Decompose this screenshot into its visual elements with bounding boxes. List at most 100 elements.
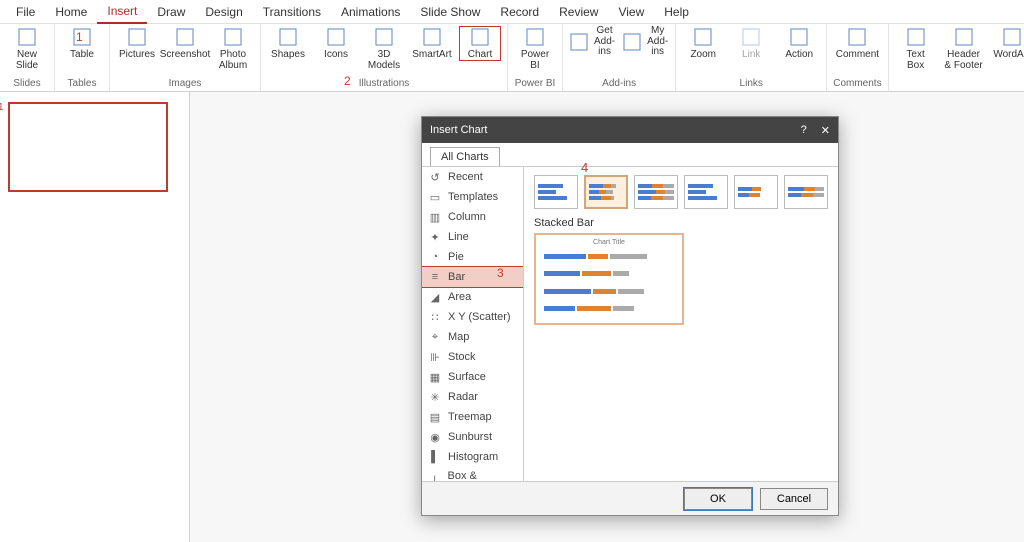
tab-record[interactable]: Record <box>490 1 549 23</box>
tab-review[interactable]: Review <box>549 1 608 23</box>
slide-thumbnail-1[interactable] <box>8 102 168 192</box>
dialog-close-button[interactable]: ✕ <box>821 124 830 137</box>
ok-button[interactable]: OK <box>684 488 752 510</box>
chart-cat-surface[interactable]: ▦Surface <box>422 367 523 387</box>
chart-cat-label: Stock <box>448 351 476 363</box>
chart-cat-column[interactable]: ▥Column <box>422 207 523 227</box>
wordart-button[interactable]: WordArt <box>991 26 1024 61</box>
new-slide-icon <box>16 26 38 48</box>
chart-cat-bar[interactable]: ≡Bar <box>422 267 523 287</box>
chart-button[interactable]: Chart <box>459 26 501 61</box>
my-addins-button[interactable]: My Add-ins <box>622 26 669 58</box>
chart-cat-icon: ✦ <box>428 230 442 244</box>
ribbon-button-label: NewSlide <box>16 50 38 71</box>
chart-cat-templates[interactable]: ▭Templates <box>422 187 523 207</box>
ribbon-button-label: PhotoAlbum <box>219 50 247 71</box>
tab-design[interactable]: Design <box>195 1 252 23</box>
chart-cat-area[interactable]: ◢Area <box>422 287 523 307</box>
photo-album-button[interactable]: PhotoAlbum <box>212 26 254 71</box>
chart-cat-sunburst[interactable]: ◉Sunburst <box>422 427 523 447</box>
smartart-button[interactable]: SmartArt <box>411 26 453 61</box>
tab-all-charts[interactable]: All Charts <box>430 147 500 166</box>
comment-button[interactable]: Comment <box>836 26 878 61</box>
chart-preview[interactable]: Chart Title <box>534 233 684 325</box>
chart-cat-label: Treemap <box>448 411 492 423</box>
ribbon-button-label: TextBox <box>906 50 924 71</box>
chart-cat-treemap[interactable]: ▤ Treemap <box>422 407 523 427</box>
action-button[interactable]: Action <box>778 26 820 61</box>
get-addins-button[interactable]: Get Add-ins <box>569 26 616 58</box>
get-addins-icon <box>569 31 589 53</box>
ribbon-group-label: Add-ins <box>602 78 636 91</box>
subtype-clustered-bar[interactable] <box>534 175 578 209</box>
chart-icon <box>469 26 491 48</box>
ribbon-group-label: Tables <box>68 78 97 91</box>
header-footer-button[interactable]: Header& Footer <box>943 26 985 71</box>
subtype-3d-stacked-bar[interactable] <box>734 175 778 209</box>
tab-insert[interactable]: Insert <box>97 0 147 24</box>
screenshot-icon <box>174 26 196 48</box>
chart-cat-radar[interactable]: ✳Radar <box>422 387 523 407</box>
wordart-icon <box>1001 26 1023 48</box>
subtype-3d-100pct-stacked-bar[interactable] <box>784 175 828 209</box>
smartart-icon <box>421 26 443 48</box>
photo-album-icon <box>222 26 244 48</box>
annotation-4: 4 <box>581 160 588 175</box>
pictures-button[interactable]: Pictures <box>116 26 158 61</box>
chart-cat-label: Pie <box>448 251 464 263</box>
annotation-1: 1 <box>76 30 83 44</box>
chart-cat-icon: ∷ <box>428 310 442 324</box>
chart-cat-box-whisker[interactable]: ┿Box & Whisker <box>422 467 523 481</box>
tab-home[interactable]: Home <box>45 1 97 23</box>
icons-button[interactable]: Icons <box>315 26 357 61</box>
comment-icon <box>846 26 868 48</box>
subtype-100pct-stacked-bar[interactable] <box>634 175 678 209</box>
chart-cat-label: Histogram <box>448 451 498 463</box>
ribbon-group-comments: CommentComments <box>827 24 888 91</box>
tab-file[interactable]: File <box>6 1 45 23</box>
ribbon-group-slides: NewSlide Slides <box>0 24 55 91</box>
tab-slide-show[interactable]: Slide Show <box>410 1 490 23</box>
cancel-button[interactable]: Cancel <box>760 488 828 510</box>
subtype-stacked-bar[interactable] <box>584 175 628 209</box>
subtype-3d-clustered-bar[interactable] <box>684 175 728 209</box>
chart-cat-stock[interactable]: ⊪ Stock <box>422 347 523 367</box>
chart-cat-icon: ▦ <box>428 370 442 384</box>
chart-cat-label: Column <box>448 211 486 223</box>
chart-cat-label: X Y (Scatter) <box>448 311 511 323</box>
tab-animations[interactable]: Animations <box>331 1 410 23</box>
3d-models-button[interactable]: 3DModels <box>363 26 405 71</box>
zoom-button[interactable]: Zoom <box>682 26 724 61</box>
annotation-3: 3 <box>497 266 504 280</box>
ribbon-group-illustrations: ShapesIcons3DModelsSmartArtChartIllustra… <box>261 24 508 91</box>
screenshot-button[interactable]: Screenshot <box>164 26 206 61</box>
ribbon-group-label: Slides <box>13 78 40 91</box>
chart-cat-icon: ▤ <box>428 410 442 424</box>
powerbi-button[interactable]: PowerBI <box>514 26 556 71</box>
chart-cat-x-y-scatter-[interactable]: ∷ X Y (Scatter) <box>422 307 523 327</box>
chart-cat-icon: ⊪ <box>428 350 442 364</box>
dialog-help-button[interactable]: ? <box>801 124 807 136</box>
chart-cat-map[interactable]: ⌖Map <box>422 327 523 347</box>
preview-chart-title: Chart Title <box>540 239 678 246</box>
ribbon-button-label: Comment <box>836 50 879 61</box>
chart-cat-pie[interactable]: ◔Pie <box>422 247 523 267</box>
zoom-icon <box>692 26 714 48</box>
chart-cat-histogram[interactable]: ▌Histogram <box>422 447 523 467</box>
textbox-button[interactable]: TextBox <box>895 26 937 71</box>
tab-transitions[interactable]: Transitions <box>253 1 331 23</box>
tab-view[interactable]: View <box>608 1 654 23</box>
chart-cat-label: Templates <box>448 191 498 203</box>
tab-draw[interactable]: Draw <box>147 1 195 23</box>
shapes-button[interactable]: Shapes <box>267 26 309 61</box>
chart-cat-label: Area <box>448 291 471 303</box>
tab-help[interactable]: Help <box>654 1 699 23</box>
new-slide-button[interactable]: NewSlide <box>6 26 48 71</box>
chart-cat-line[interactable]: ✦Line <box>422 227 523 247</box>
ribbon-button-label: My Add-ins <box>646 26 669 58</box>
ribbon-group-power-bi: PowerBIPower BI <box>508 24 563 91</box>
link-button[interactable]: Link <box>730 26 772 61</box>
powerbi-icon <box>524 26 546 48</box>
chart-cat-recent[interactable]: ↺Recent <box>422 167 523 187</box>
header-footer-icon <box>953 26 975 48</box>
